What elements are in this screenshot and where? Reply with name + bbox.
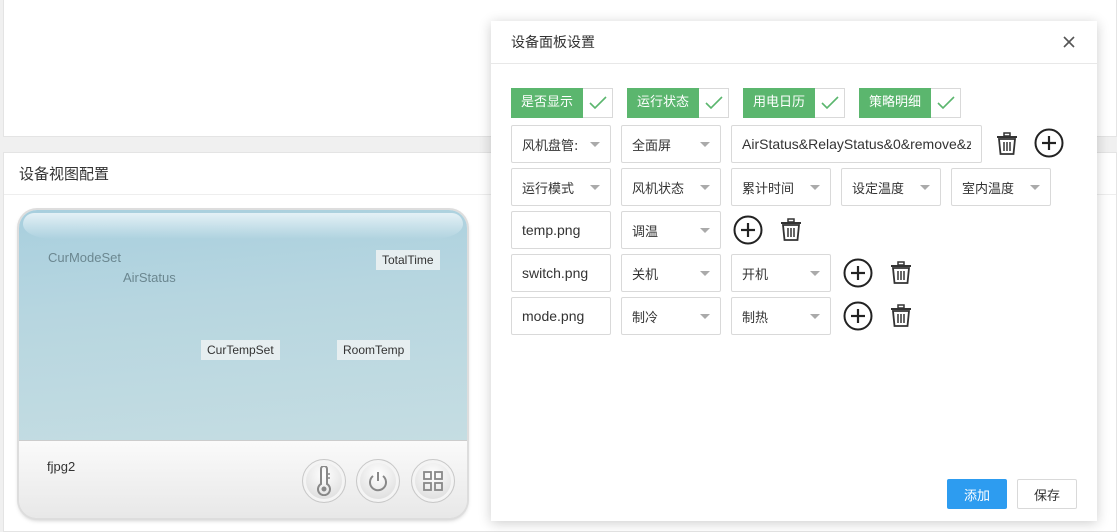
add-action-button[interactable] bbox=[843, 258, 873, 288]
input-value: mode.png bbox=[522, 308, 585, 324]
status-param-input[interactable]: AirStatus&RelayStatus&0&remove&zh bbox=[731, 125, 982, 163]
select-value: 累计时间 bbox=[742, 181, 795, 197]
cur-temp-set-label: CurTempSet bbox=[201, 340, 280, 360]
modal-header: 设备面板设置 bbox=[491, 21, 1097, 64]
plus-circle-icon bbox=[843, 301, 873, 331]
tag-power-calendar[interactable]: 用电日历 bbox=[743, 88, 846, 118]
screen-mode-select[interactable]: 全面屏 bbox=[621, 125, 721, 163]
total-time-label: TotalTime bbox=[376, 250, 440, 270]
trash-icon bbox=[891, 261, 911, 284]
action-select-temp[interactable]: 调温 bbox=[621, 211, 721, 249]
add-action-button[interactable] bbox=[843, 301, 873, 331]
check-icon[interactable] bbox=[699, 88, 730, 118]
thermometer-button[interactable] bbox=[302, 459, 346, 503]
image-input-temp[interactable]: temp.png bbox=[511, 211, 611, 249]
delete-action-button[interactable] bbox=[776, 215, 806, 245]
input-value: switch.png bbox=[522, 265, 589, 281]
chevron-down-icon bbox=[700, 184, 710, 190]
image-input-mode[interactable]: mode.png bbox=[511, 297, 611, 335]
add-button[interactable]: 添加 bbox=[947, 479, 1007, 509]
tag-label: 运行状态 bbox=[627, 88, 700, 118]
tag-label: 是否显示 bbox=[511, 88, 584, 118]
device-screen: CurModeSet AirStatus TotalTime CurTempSe… bbox=[19, 210, 467, 440]
delete-action-button[interactable] bbox=[886, 258, 916, 288]
chevron-down-icon bbox=[920, 184, 930, 190]
select-value: 设定温度 bbox=[852, 181, 905, 197]
action-select-on[interactable]: 开机 bbox=[731, 254, 831, 292]
action-select-off[interactable]: 关机 bbox=[621, 254, 721, 292]
select-value: 运行模式 bbox=[522, 181, 575, 197]
add-row-button[interactable] bbox=[1034, 128, 1064, 158]
action-select-cool[interactable]: 制冷 bbox=[621, 297, 721, 335]
check-icon[interactable] bbox=[583, 88, 614, 118]
field-select-run-mode[interactable]: 运行模式 bbox=[511, 168, 611, 206]
chevron-down-icon bbox=[810, 184, 820, 190]
power-button[interactable] bbox=[356, 459, 400, 503]
field-select-room-temp[interactable]: 室内温度 bbox=[951, 168, 1051, 206]
chevron-down-icon bbox=[810, 270, 820, 276]
delete-row-button[interactable] bbox=[992, 129, 1022, 159]
device-panel-settings-modal: 设备面板设置 是否显示 运行状态 用电日历 策略明细 风机盘管: 全面屏 Air bbox=[491, 21, 1097, 521]
select-value: 风机盘管: bbox=[522, 138, 579, 154]
close-icon[interactable] bbox=[1061, 34, 1077, 50]
plus-circle-icon bbox=[843, 258, 873, 288]
input-value: temp.png bbox=[522, 222, 581, 238]
select-value: 全面屏 bbox=[632, 138, 672, 154]
tag-label: 用电日历 bbox=[743, 88, 816, 118]
select-value: 关机 bbox=[632, 267, 659, 283]
field-select-total-time[interactable]: 累计时间 bbox=[731, 168, 831, 206]
field-select-fan-status[interactable]: 风机状态 bbox=[621, 168, 721, 206]
chevron-down-icon bbox=[700, 313, 710, 319]
plus-circle-icon bbox=[733, 215, 763, 245]
trash-icon bbox=[891, 304, 911, 327]
tag-label: 策略明细 bbox=[859, 88, 932, 118]
modal-title: 设备面板设置 bbox=[511, 35, 595, 51]
chevron-down-icon bbox=[590, 184, 600, 190]
device-type-select[interactable]: 风机盘管: bbox=[511, 125, 611, 163]
option-tags: 是否显示 运行状态 用电日历 策略明细 bbox=[511, 88, 962, 118]
check-icon[interactable] bbox=[815, 88, 846, 118]
select-value: 调温 bbox=[632, 224, 659, 240]
room-temp-label: RoomTemp bbox=[337, 340, 411, 360]
action-select-heat[interactable]: 制热 bbox=[731, 297, 831, 335]
field-select-set-temp[interactable]: 设定温度 bbox=[841, 168, 941, 206]
device-panel-preview: CurModeSet AirStatus TotalTime CurTempSe… bbox=[19, 210, 467, 518]
save-button[interactable]: 保存 bbox=[1017, 479, 1077, 509]
input-value: AirStatus&RelayStatus&0&remove&zh bbox=[742, 136, 971, 152]
thermometer-icon bbox=[317, 466, 331, 496]
air-status-label: AirStatus bbox=[123, 270, 176, 285]
plus-circle-icon bbox=[1034, 128, 1064, 158]
chevron-down-icon bbox=[700, 227, 710, 233]
tag-show[interactable]: 是否显示 bbox=[511, 88, 614, 118]
select-value: 制热 bbox=[742, 310, 769, 326]
device-base: fjpg2 bbox=[19, 440, 467, 518]
chevron-down-icon bbox=[1030, 184, 1040, 190]
delete-action-button[interactable] bbox=[886, 301, 916, 331]
chevron-down-icon bbox=[700, 141, 710, 147]
cur-mode-set-label: CurModeSet bbox=[48, 250, 121, 265]
add-action-button[interactable] bbox=[733, 215, 763, 245]
grid-button[interactable] bbox=[411, 459, 455, 503]
tag-run-status[interactable]: 运行状态 bbox=[627, 88, 730, 118]
chevron-down-icon bbox=[700, 270, 710, 276]
select-value: 室内温度 bbox=[962, 181, 1015, 197]
chevron-down-icon bbox=[810, 313, 820, 319]
trash-icon bbox=[781, 218, 801, 241]
grid-icon bbox=[423, 471, 443, 491]
trash-icon bbox=[997, 132, 1017, 155]
tag-strategy-detail[interactable]: 策略明细 bbox=[859, 88, 962, 118]
select-value: 制冷 bbox=[632, 310, 659, 326]
power-icon bbox=[369, 472, 387, 492]
check-icon[interactable] bbox=[931, 88, 962, 118]
device-name: fjpg2 bbox=[47, 459, 76, 474]
image-input-switch[interactable]: switch.png bbox=[511, 254, 611, 292]
select-value: 风机状态 bbox=[632, 181, 685, 197]
chevron-down-icon bbox=[590, 141, 600, 147]
select-value: 开机 bbox=[742, 267, 769, 283]
